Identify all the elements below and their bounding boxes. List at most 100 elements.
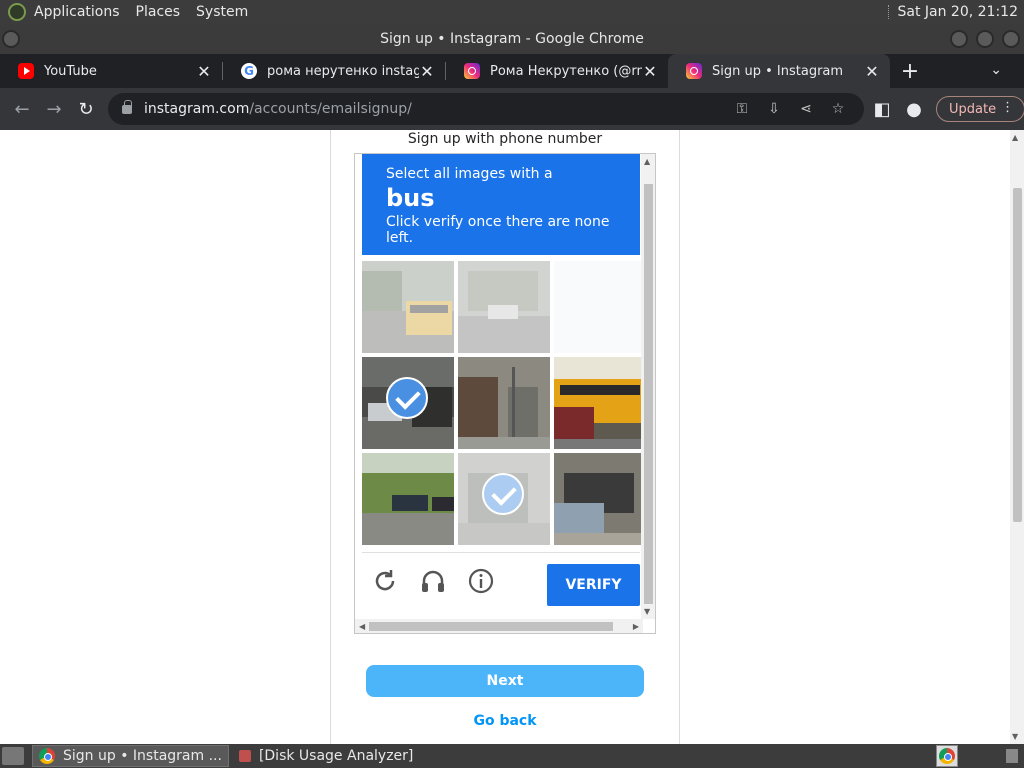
captcha-horizontal-scrollbar[interactable]: ◀ ▶ — [355, 619, 643, 633]
selected-check-icon — [482, 473, 524, 515]
applications-menu[interactable]: Applications — [34, 4, 120, 20]
captcha-instructions: Select all images with a bus Click verif… — [362, 154, 640, 255]
system-menu[interactable]: System — [196, 4, 248, 20]
google-icon: G — [241, 63, 257, 79]
scroll-up-icon[interactable]: ▲ — [1012, 133, 1018, 142]
minimize-button[interactable] — [950, 30, 968, 48]
places-menu[interactable]: Places — [136, 4, 181, 20]
chrome-icon — [39, 748, 55, 764]
captcha-tile[interactable] — [554, 261, 646, 353]
share-icon[interactable]: ⋖ — [790, 101, 822, 117]
page-viewport: Sign up with phone number Select all ima… — [0, 130, 1024, 744]
tab-title: Рома Некрутенко (@rnek — [490, 63, 642, 79]
tab-instagram-signup[interactable]: Sign up • Instagram ✕ — [668, 54, 890, 88]
url-path: /accounts/emailsignup/ — [249, 101, 412, 117]
info-icon[interactable] — [467, 567, 495, 595]
side-panel-icon[interactable]: ◧ — [866, 93, 898, 125]
key-icon[interactable]: ⚿ — [726, 101, 758, 117]
taskbar-item-label: Sign up • Instagram ... — [63, 748, 222, 764]
forward-button[interactable]: → — [38, 93, 70, 125]
close-icon[interactable]: ✕ — [419, 62, 435, 81]
youtube-icon — [18, 63, 34, 79]
instagram-icon — [686, 63, 702, 79]
address-bar[interactable]: instagram.com/accounts/emailsignup/ ⚿ ⇩ … — [108, 93, 864, 125]
more-menu-icon[interactable]: ⋮ — [1001, 100, 1014, 115]
taskbar: Sign up • Instagram ... [Disk Usage Anal… — [0, 744, 1024, 768]
captcha-tile[interactable] — [458, 453, 550, 545]
scroll-right-icon[interactable]: ▶ — [633, 622, 639, 631]
scrollbar-thumb[interactable] — [369, 622, 613, 631]
maximize-button[interactable] — [976, 30, 994, 48]
street-image — [458, 261, 550, 353]
update-button[interactable]: Update ⋮ — [936, 96, 1024, 122]
next-button[interactable]: Next — [366, 665, 644, 697]
captcha-instruction-hint: Click verify once there are none left. — [386, 214, 610, 246]
captcha-tile[interactable] — [554, 453, 646, 545]
taskbar-item-label: [Disk Usage Analyzer] — [258, 748, 414, 764]
street-image — [458, 357, 550, 449]
lock-icon[interactable] — [122, 99, 132, 114]
close-icon[interactable]: ✕ — [642, 62, 658, 81]
school-bus-image — [554, 357, 646, 449]
reload-challenge-icon[interactable] — [371, 567, 399, 595]
scroll-up-icon[interactable]: ▲ — [644, 157, 650, 166]
tab-youtube[interactable]: YouTube ✕ — [0, 54, 222, 88]
captcha-tile[interactable] — [458, 261, 550, 353]
tab-title: рома нерутенко instagram — [267, 63, 419, 79]
recaptcha-frame: Select all images with a bus Click verif… — [354, 153, 656, 634]
tab-instagram-profile[interactable]: Рома Некрутенко (@rnek ✕ — [446, 54, 668, 88]
window-title: Sign up • Instagram - Google Chrome — [380, 31, 644, 47]
show-desktop-button[interactable] — [2, 747, 24, 765]
captcha-tile[interactable] — [362, 453, 454, 545]
instagram-icon — [464, 63, 480, 79]
install-app-icon[interactable]: ⇩ — [758, 101, 790, 117]
panel-separator — [887, 5, 890, 19]
close-icon[interactable]: ✕ — [864, 62, 880, 81]
update-label: Update — [949, 101, 997, 117]
distro-logo-icon[interactable] — [8, 3, 26, 21]
trash-icon[interactable] — [1006, 749, 1018, 763]
profile-icon[interactable]: ● — [898, 93, 930, 125]
window-menu-icon[interactable] — [2, 30, 20, 48]
selected-check-icon — [386, 377, 428, 419]
captcha-tile[interactable] — [362, 357, 454, 449]
back-button[interactable]: ← — [6, 93, 38, 125]
close-window-button[interactable] — [1002, 30, 1020, 48]
scroll-down-icon[interactable]: ▼ — [644, 607, 650, 616]
new-tab-button[interactable]: + — [890, 59, 930, 84]
audio-challenge-icon[interactable] — [419, 567, 447, 595]
tab-strip: YouTube ✕ G рома нерутенко instagram ✕ Р… — [0, 54, 1024, 88]
top-panel: Applications Places System Sat Jan 20, 2… — [0, 0, 1024, 24]
close-icon[interactable]: ✕ — [196, 62, 212, 81]
captcha-tile[interactable] — [554, 357, 646, 449]
scroll-down-icon[interactable]: ▼ — [1012, 732, 1018, 741]
page-scrollbar[interactable]: ▲ ▼ — [1010, 130, 1024, 744]
signup-heading: Sign up with phone number — [407, 131, 603, 147]
window-titlebar[interactable]: Sign up • Instagram - Google Chrome — [0, 24, 1024, 54]
verify-button[interactable]: VERIFY — [547, 564, 640, 606]
street-image — [362, 453, 454, 545]
tray-chrome-icon[interactable] — [936, 745, 958, 767]
captcha-tile[interactable] — [362, 261, 454, 353]
tab-search-chevron-icon[interactable]: ⌄ — [990, 62, 1002, 78]
disk-usage-icon — [238, 750, 251, 762]
captcha-instruction-line: Select all images with a — [386, 166, 553, 182]
motorcycles-image — [554, 453, 646, 545]
scroll-left-icon[interactable]: ◀ — [359, 622, 365, 631]
go-back-link[interactable]: Go back — [330, 713, 680, 729]
scrollbar-thumb[interactable] — [644, 184, 653, 604]
tab-title: Sign up • Instagram — [712, 63, 844, 79]
captcha-tile[interactable] — [458, 357, 550, 449]
browser-toolbar: ← → ↻ instagram.com/accounts/emailsignup… — [0, 88, 1024, 130]
clock[interactable]: Sat Jan 20, 21:12 — [898, 4, 1019, 20]
captcha-vertical-scrollbar[interactable]: ▲ ▼ — [641, 154, 655, 619]
bookmark-star-icon[interactable]: ☆ — [822, 101, 854, 117]
tab-google-search[interactable]: G рома нерутенко instagram ✕ — [223, 54, 445, 88]
captcha-footer: VERIFY — [362, 552, 640, 612]
taskbar-item-chrome[interactable]: Sign up • Instagram ... — [32, 745, 229, 767]
reload-button[interactable]: ↻ — [70, 93, 102, 125]
street-image — [362, 261, 454, 353]
tab-title: YouTube — [44, 63, 97, 79]
scrollbar-thumb[interactable] — [1013, 188, 1022, 522]
taskbar-item-disk-usage[interactable]: [Disk Usage Analyzer] — [233, 745, 419, 767]
